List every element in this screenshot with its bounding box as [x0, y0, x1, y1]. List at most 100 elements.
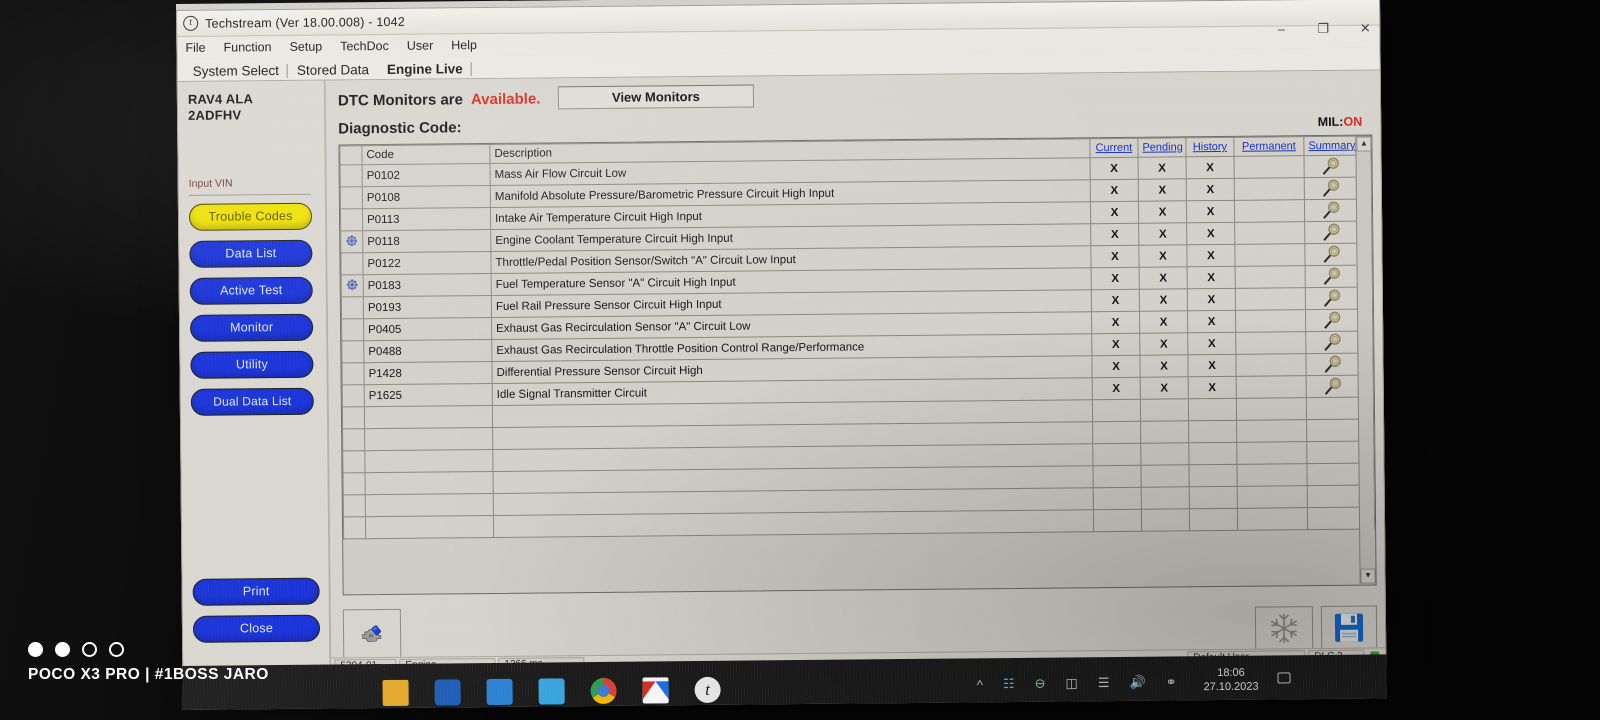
techstream-icon[interactable]: t: [694, 676, 721, 704]
close-sidebar-button[interactable]: Close: [192, 614, 321, 643]
cell-code: P0113: [362, 207, 491, 231]
notification-icon[interactable]: [1277, 672, 1291, 684]
cell-summary: [1306, 463, 1360, 486]
sidebar-item-trouble-codes[interactable]: Trouble Codes: [188, 202, 313, 231]
cell-permanent: [1236, 419, 1307, 443]
cell-permanent: [1234, 221, 1305, 245]
col-pending[interactable]: Pending: [1137, 137, 1187, 158]
freeze-frame-button[interactable]: [1254, 606, 1314, 651]
printer-icon[interactable]: [486, 678, 513, 706]
view-monitors-button[interactable]: View Monitors: [557, 84, 755, 110]
cell-current: X: [1091, 311, 1140, 334]
cell-current: X: [1091, 333, 1140, 356]
cell-history: [1188, 398, 1237, 421]
window-controls[interactable]: – ❐ ✕: [1273, 21, 1373, 37]
magnifier-icon: [1322, 223, 1340, 241]
chrome-icon[interactable]: [590, 677, 617, 705]
tab-system-select[interactable]: System Select: [184, 63, 288, 81]
menu-item-setup[interactable]: Setup: [289, 40, 322, 54]
cell-summary[interactable]: [1304, 221, 1357, 244]
cell-summary[interactable]: [1306, 375, 1359, 398]
sidebar-item-data-list[interactable]: Data List: [189, 239, 313, 268]
sidebar-item-monitor[interactable]: Monitor: [189, 313, 314, 342]
taskbar-clock[interactable]: 18:06 27.10.2023: [1203, 666, 1258, 695]
menu-item-help[interactable]: Help: [451, 38, 477, 52]
cell-summary[interactable]: [1305, 287, 1358, 310]
scroll-down-arrow[interactable]: ▼: [1360, 568, 1376, 584]
system-tray: ^ ☷ ⊖ ◫ ☰ 🔊 ⚭: [977, 674, 1177, 692]
cell-permanent: [1237, 485, 1308, 509]
chevron-up-icon[interactable]: ^: [977, 677, 983, 692]
cell-summary[interactable]: [1304, 177, 1357, 200]
bluetooth-icon[interactable]: ⚭: [1166, 674, 1177, 690]
vehicle-model-line2: 2ADFHV: [187, 107, 242, 123]
diagnostic-code-label: Diagnostic Code:: [338, 119, 462, 138]
minus-circle-icon[interactable]: ⊖: [1035, 676, 1046, 692]
onedrive-icon[interactable]: ☷: [1003, 676, 1015, 692]
cell-code: P0118: [362, 229, 491, 253]
cell-pending: X: [1139, 288, 1188, 312]
volume-icon[interactable]: 🔊: [1129, 675, 1145, 691]
menu-item-function[interactable]: Function: [224, 40, 272, 54]
window-title: Techstream (Ver 18.00.008) - 1042: [205, 14, 406, 31]
engine-info-button[interactable]: M: [342, 608, 402, 660]
row-marker-cell: [340, 208, 363, 231]
col-history[interactable]: History: [1185, 137, 1235, 157]
store-icon[interactable]: [538, 678, 565, 705]
cell-current: X: [1090, 157, 1139, 180]
cell-permanent: [1236, 375, 1307, 399]
battery-icon[interactable]: ◫: [1065, 675, 1077, 691]
folder-icon[interactable]: [382, 679, 409, 707]
magnifier-icon: [1322, 157, 1339, 175]
save-button[interactable]: [1320, 605, 1378, 651]
cell-summary[interactable]: [1305, 309, 1358, 332]
sidebar-item-active-test[interactable]: Active Test: [189, 276, 313, 305]
col-permanent[interactable]: Permanent: [1233, 136, 1305, 157]
minimize-button[interactable]: –: [1273, 21, 1289, 36]
close-button[interactable]: ✕: [1357, 21, 1373, 36]
row-marker-cell: [341, 296, 364, 319]
wifi-icon[interactable]: ☰: [1098, 675, 1110, 691]
cell-permanent: [1236, 463, 1308, 487]
col-current[interactable]: Current: [1089, 138, 1139, 158]
cell-summary[interactable]: [1304, 243, 1358, 266]
cell-pending: X: [1138, 156, 1187, 180]
cell-summary[interactable]: [1305, 331, 1358, 354]
print-button[interactable]: Print: [192, 577, 320, 606]
cell-code: [364, 449, 494, 473]
menu-item-user[interactable]: User: [407, 39, 434, 53]
row-marker-cell: [342, 406, 365, 429]
row-marker-cell: [341, 274, 364, 297]
row-marker-cell: [340, 230, 363, 253]
cell-pending: X: [1139, 332, 1188, 356]
gmail-icon[interactable]: [642, 677, 669, 704]
window-body: RAV4 ALA 2ADFHV Input VIN Trouble Codes …: [177, 70, 1386, 675]
cell-current: X: [1090, 179, 1139, 202]
cell-summary[interactable]: [1305, 353, 1359, 376]
cell-code: [365, 493, 494, 517]
maximize-button[interactable]: ❐: [1315, 21, 1331, 36]
tab-stored-data[interactable]: Stored Data: [288, 62, 378, 80]
cell-summary[interactable]: [1304, 199, 1357, 222]
cell-history: X: [1186, 200, 1235, 223]
snowflake-icon: [1271, 613, 1297, 644]
scroll-up-arrow[interactable]: ▲: [1356, 136, 1372, 152]
watermark-dot: [109, 642, 124, 657]
watermark-dot: [82, 642, 97, 657]
tab-engine-live[interactable]: Engine Live: [378, 61, 472, 79]
cell-code: P0108: [362, 185, 491, 209]
menu-item-file[interactable]: File: [185, 41, 205, 55]
cell-history: [1188, 442, 1237, 465]
sidebar-item-dual-data-list[interactable]: Dual Data List: [190, 387, 314, 416]
magnifier-icon: [1322, 179, 1339, 197]
cell-pending: [1140, 398, 1189, 422]
sidebar-item-utility[interactable]: Utility: [190, 350, 314, 379]
cell-summary[interactable]: [1305, 265, 1358, 288]
cell-summary[interactable]: [1304, 155, 1357, 178]
cell-history: X: [1186, 156, 1235, 179]
cell-code: [365, 471, 494, 495]
office-icon[interactable]: [434, 679, 461, 706]
col-summary[interactable]: Summary: [1303, 136, 1357, 156]
cell-history: X: [1188, 376, 1237, 399]
menu-item-techdoc[interactable]: TechDoc: [340, 39, 389, 53]
